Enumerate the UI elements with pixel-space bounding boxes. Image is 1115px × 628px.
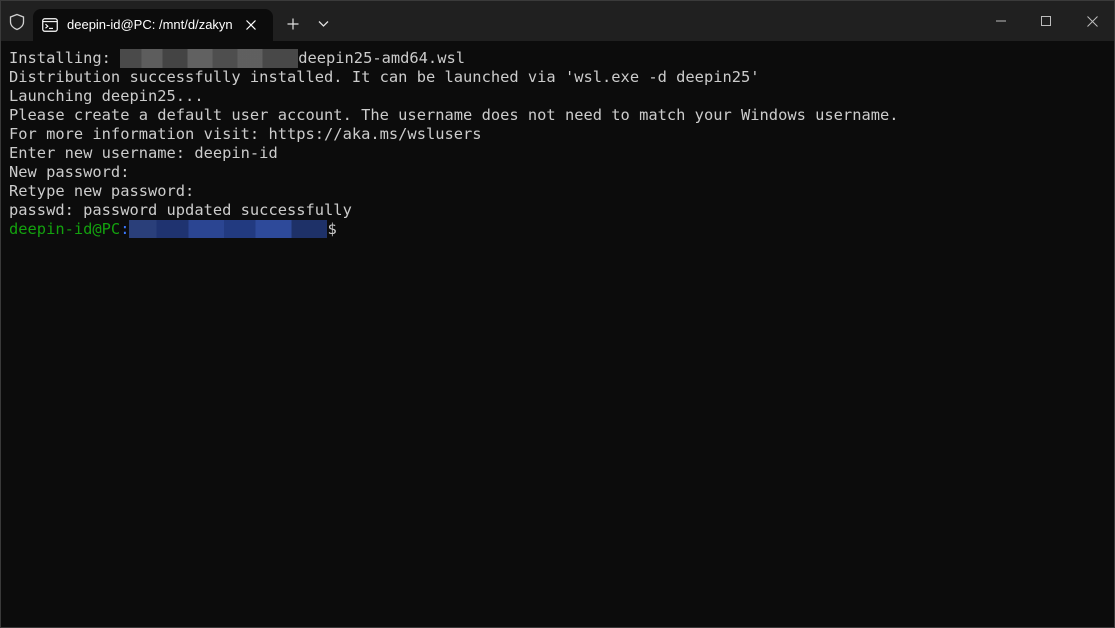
terminal-icon	[42, 18, 58, 32]
prompt-dollar: $	[327, 220, 337, 238]
terminal-line: Distribution successfully installed. It …	[9, 68, 760, 86]
minimize-icon	[996, 20, 1006, 22]
chevron-down-icon	[318, 21, 328, 27]
prompt-colon: :	[120, 220, 130, 238]
tab-title: deepin-id@PC: /mnt/d/zakyn	[67, 17, 233, 32]
terminal-line: Launching deepin25...	[9, 87, 204, 105]
close-icon	[1086, 15, 1098, 27]
maximize-icon	[1041, 16, 1051, 26]
prompt-user: deepin-id@PC	[9, 220, 121, 238]
terminal-line: Please create a default user account. Th…	[9, 106, 899, 124]
terminal-text: deepin25-amd64.wsl	[298, 49, 465, 67]
terminal-line: For more information visit: https://aka.…	[9, 125, 482, 143]
terminal-output[interactable]: Installing: deepin25-amd64.wsl Distribut…	[9, 49, 1106, 627]
terminal-line: New password:	[9, 163, 130, 181]
minimize-button[interactable]	[981, 7, 1021, 35]
redacted-cwd	[129, 220, 328, 238]
tab-close-button[interactable]	[241, 15, 261, 35]
redacted-path	[120, 49, 299, 68]
terminal-line: passwd: password updated successfully	[9, 201, 352, 219]
terminal-line: Installing: deepin25-amd64.wsl	[9, 49, 1106, 68]
tab-dropdown-button[interactable]	[313, 14, 333, 34]
close-icon	[246, 20, 256, 30]
close-window-button[interactable]	[1072, 7, 1112, 35]
new-tab-button[interactable]	[283, 14, 303, 34]
maximize-button[interactable]	[1026, 7, 1066, 35]
terminal-line: Enter new username: deepin-id	[9, 144, 278, 162]
tab-terminal[interactable]: deepin-id@PC: /mnt/d/zakyn	[33, 9, 273, 41]
terminal-line: Retype new password:	[9, 182, 195, 200]
title-bar[interactable]: deepin-id@PC: /mnt/d/zakyn	[1, 1, 1114, 41]
terminal-text: Installing:	[9, 49, 121, 67]
plus-icon	[287, 18, 299, 30]
terminal-window: deepin-id@PC: /mnt/d/zakyn Installing: d…	[0, 0, 1115, 628]
shield-icon[interactable]	[8, 13, 26, 31]
shell-prompt[interactable]: deepin-id@PC: $	[9, 220, 1106, 239]
